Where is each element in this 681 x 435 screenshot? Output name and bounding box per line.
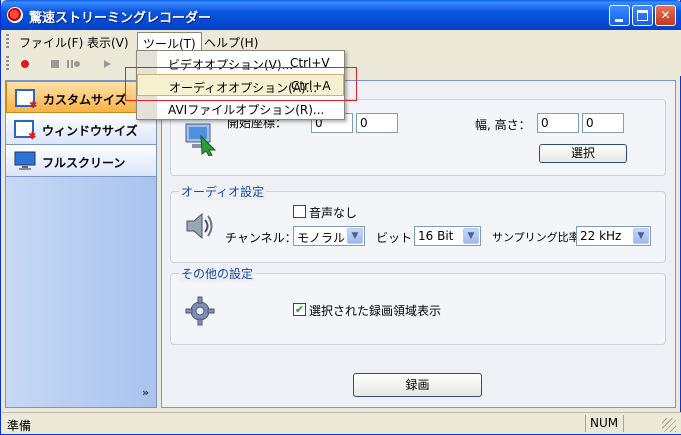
- close-button[interactable]: ✕: [655, 5, 676, 26]
- height-input[interactable]: 0: [582, 113, 624, 133]
- record-icon[interactable]: [18, 57, 32, 71]
- select-region-button[interactable]: 選択: [539, 144, 627, 163]
- sidebar-item-label: フルスクリーン: [42, 156, 126, 170]
- show-region-checkbox[interactable]: ✔: [293, 303, 306, 316]
- stop-icon[interactable]: [48, 57, 62, 71]
- chevron-down-icon[interactable]: ▼: [463, 228, 479, 244]
- num-lock-indicator: NUM: [585, 415, 623, 432]
- sidebar-item-window-size[interactable]: ✱ ウィンドウサイズ: [6, 113, 156, 145]
- app-record-icon[interactable]: [7, 7, 23, 23]
- audio-group-title: オーディオ設定: [179, 183, 267, 200]
- channel-value: モノラル: [297, 231, 346, 245]
- sample-rate-select[interactable]: 22 kHz ▼: [576, 226, 651, 246]
- maximize-icon: [637, 10, 648, 21]
- pause-record-icon[interactable]: [66, 57, 80, 71]
- window-size-star-icon: ✱: [28, 131, 37, 142]
- status-text: 準備: [7, 419, 32, 433]
- menu-item-label: AVIファイルオプション(R)...: [168, 103, 325, 117]
- sample-rate-value: 22 kHz: [580, 229, 622, 243]
- menu-view[interactable]: 表示(V): [82, 32, 134, 50]
- status-pane-empty: [623, 415, 659, 432]
- settings-panel: 開始座標： 0 0 幅, 高さ： 0 0 選択 オーディオ設定 音声なし チャン…: [161, 80, 676, 408]
- gear-icon: [185, 296, 215, 326]
- sidebar-item-label: カスタムサイズ: [43, 93, 127, 107]
- minimize-icon: [615, 19, 623, 22]
- highlight-frame: [125, 67, 357, 101]
- other-settings-group: その他の設定 ✔ 選択された録画領域表示: [170, 265, 666, 345]
- sidebar-item-full-screen[interactable]: フルスクリーン: [6, 145, 156, 177]
- maximize-button[interactable]: [632, 5, 653, 26]
- play-icon[interactable]: [100, 57, 114, 71]
- menu-tools[interactable]: ツール(T): [137, 32, 202, 51]
- channel-label: チャンネル：: [225, 231, 297, 245]
- bit-value: 16 Bit: [418, 229, 454, 243]
- start-y-input[interactable]: 0: [356, 113, 398, 133]
- menu-file[interactable]: ファイル(F): [14, 32, 88, 50]
- menu-bar: ファイル(F) 表示(V) ツール(T) ヘルプ(H): [2, 30, 681, 52]
- chevron-down-icon[interactable]: ▼: [347, 228, 363, 244]
- mute-checkbox[interactable]: [293, 205, 306, 218]
- window-title: 驚速ストリーミングレコーダー: [29, 11, 212, 26]
- menubar-grip-icon[interactable]: [6, 34, 9, 48]
- bit-select[interactable]: 16 Bit ▼: [414, 226, 481, 246]
- audio-settings-group: オーディオ設定 音声なし チャンネル： モノラル ▼ ビット： 16 Bit ▼…: [170, 183, 666, 263]
- resize-grip-icon[interactable]: [662, 418, 676, 432]
- chevron-down-icon[interactable]: ▼: [633, 228, 649, 244]
- capture-mode-sidebar: ✱ カスタムサイズ ✱ ウィンドウサイズ フルスクリーン »: [5, 80, 157, 408]
- app-window: 驚速ストリーミングレコーダー ✕ ファイル(F) 表示(V) ツール(T) ヘル…: [0, 0, 681, 435]
- custom-size-star-icon: ✱: [29, 100, 38, 111]
- monitor-icon: [14, 151, 36, 170]
- close-icon: ✕: [660, 8, 671, 22]
- channel-select[interactable]: モノラル ▼: [293, 226, 365, 246]
- toolbar-grip-icon[interactable]: [6, 56, 9, 70]
- monitor-select-icon: [185, 123, 217, 156]
- menu-help[interactable]: ヘルプ(H): [199, 32, 263, 50]
- width-input[interactable]: 0: [537, 113, 579, 133]
- status-bar: 準備 NUM: [2, 412, 681, 434]
- minimize-button[interactable]: [609, 5, 630, 26]
- speaker-icon: [186, 212, 213, 240]
- chevron-more-icon[interactable]: »: [142, 386, 149, 399]
- title-bar[interactable]: 驚速ストリーミングレコーダー ✕: [1, 0, 681, 30]
- sidebar-item-label: ウィンドウサイズ: [42, 124, 138, 138]
- other-group-title: その他の設定: [179, 265, 256, 282]
- size-label: 幅, 高さ：: [475, 118, 531, 132]
- record-button[interactable]: 録画: [353, 373, 482, 397]
- show-region-label: 選択された録画領域表示: [309, 304, 442, 318]
- mute-label: 音声なし: [309, 206, 358, 220]
